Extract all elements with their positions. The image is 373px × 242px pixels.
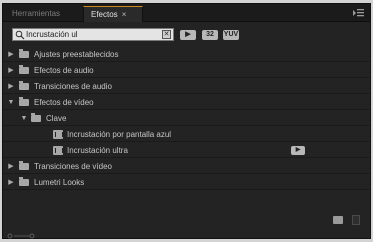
effect-icon — [53, 130, 63, 139]
yuv-filter-button[interactable]: YUV — [223, 30, 239, 40]
panel-bottom-bar — [3, 212, 370, 228]
panel-tab-bar: Herramientas Efectos × — [3, 4, 370, 22]
tree-item-label: Efectos de audio — [34, 66, 94, 75]
tree-item-clave[interactable]: ▼ Clave — [3, 111, 370, 126]
tree-item-efectos-video[interactable]: ▼ Efectos de vídeo — [3, 95, 370, 110]
tree-item-transiciones-audio[interactable]: ▶ Transiciones de audio — [3, 79, 370, 94]
tree-item-label: Efectos de vídeo — [34, 98, 94, 107]
tree-item-lumetri-looks[interactable]: ▶ Lumetri Looks — [3, 175, 370, 190]
tab-herramientas-label: Herramientas — [12, 9, 61, 18]
tree-item-label: Incrustación ultra — [67, 146, 128, 155]
search-box: ✕ — [12, 28, 174, 41]
tab-herramientas[interactable]: Herramientas — [5, 6, 79, 22]
effects-panel: Herramientas Efectos × ✕ ▶ 32 YUV — [2, 3, 371, 239]
32-bit-filter-button[interactable]: 32 — [202, 30, 218, 40]
folder-icon — [31, 113, 41, 122]
panel-menu-glyph — [353, 9, 364, 17]
effects-toolbar: ✕ ▶ 32 YUV — [3, 23, 370, 46]
tree-item-ajustes[interactable]: ▶ Ajustes preestablecidos — [3, 47, 370, 62]
search-input[interactable] — [26, 29, 156, 40]
tree-item-transiciones-video[interactable]: ▶ Transiciones de vídeo — [3, 159, 370, 174]
tree-item-incrustacion-ultra[interactable]: Incrustación ultra ▶ — [3, 143, 370, 158]
effect-icon — [53, 146, 63, 155]
collapsed-triangle-icon[interactable]: ▶ — [7, 47, 15, 62]
trash-icon[interactable] — [352, 215, 360, 225]
tree-item-label: Transiciones de audio — [34, 82, 112, 91]
collapsed-triangle-icon[interactable]: ▶ — [7, 63, 15, 78]
tree-item-label: Incrustación por pantalla azul — [67, 130, 172, 139]
folder-icon — [19, 161, 29, 170]
folder-icon — [19, 97, 29, 106]
accelerated-effect-badge-icon: ▶ — [291, 146, 305, 155]
search-icon — [15, 30, 25, 40]
expanded-triangle-icon[interactable]: ▼ — [7, 95, 15, 110]
tree-item-label: Clave — [46, 114, 67, 123]
tab-efectos[interactable]: Efectos × — [83, 6, 143, 22]
new-custom-bin-icon[interactable] — [333, 216, 343, 224]
collapsed-triangle-icon[interactable]: ▶ — [7, 159, 15, 174]
accelerated-effects-filter-button[interactable]: ▶ — [180, 30, 196, 40]
zoom-slider-glyph — [7, 233, 35, 239]
effects-tree: ▶ Ajustes preestablecidos ▶ Efectos de a… — [3, 46, 370, 209]
tab-efectos-label: Efectos — [91, 10, 118, 19]
expanded-triangle-icon[interactable]: ▼ — [20, 111, 28, 126]
folder-icon — [19, 81, 29, 90]
folder-icon — [19, 65, 29, 74]
tree-item-label: Ajustes preestablecidos — [34, 50, 119, 59]
resize-grip-icon[interactable] — [7, 233, 37, 239]
collapsed-triangle-icon[interactable]: ▶ — [7, 79, 15, 94]
tree-item-label: Transiciones de vídeo — [34, 162, 112, 171]
collapsed-triangle-icon[interactable]: ▶ — [7, 175, 15, 190]
folder-icon — [19, 49, 29, 58]
clear-search-icon[interactable]: ✕ — [162, 30, 171, 39]
folder-icon — [19, 177, 29, 186]
tree-item-label: Lumetri Looks — [34, 178, 85, 187]
tree-item-efectos-audio[interactable]: ▶ Efectos de audio — [3, 63, 370, 78]
panel-menu-icon[interactable] — [350, 8, 364, 18]
tree-item-incrustacion-pantalla-azul[interactable]: Incrustación por pantalla azul — [3, 127, 370, 142]
tab-close-icon[interactable]: × — [122, 10, 127, 19]
